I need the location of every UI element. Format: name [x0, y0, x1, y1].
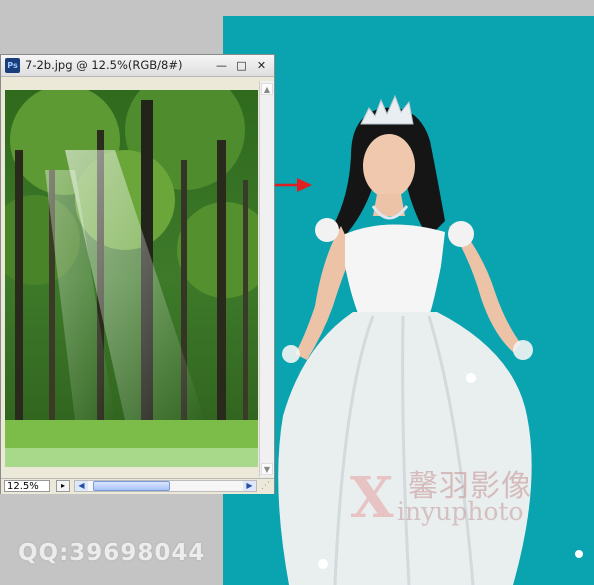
scroll-down-icon[interactable]: ▼ [261, 463, 273, 475]
photoshop-icon: Ps [5, 58, 20, 73]
scroll-thumb[interactable] [93, 481, 170, 491]
vertical-scrollbar[interactable]: ▲ ▼ [259, 81, 274, 477]
scroll-up-icon[interactable]: ▲ [261, 83, 273, 95]
watermark-logo-letter: X [350, 465, 394, 531]
zoom-field[interactable]: 12.5% [4, 480, 50, 492]
close-button[interactable]: ✕ [255, 59, 268, 72]
maximize-button[interactable]: □ [235, 59, 248, 72]
resize-grip-icon[interactable]: ⋰ [261, 481, 272, 492]
status-menu-icon[interactable]: ▸ [56, 480, 70, 492]
scroll-right-icon[interactable]: ▶ [243, 481, 256, 491]
watermark-qq: QQ:39698044 [18, 540, 206, 566]
window-title: 7-2b.jpg @ 12.5%(RGB/8#) [25, 58, 183, 72]
horizontal-scrollbar[interactable]: ◀ ▶ [74, 480, 257, 492]
watermark-english: inyuphoto [397, 497, 524, 526]
window-titlebar[interactable]: Ps 7-2b.jpg @ 12.5%(RGB/8#) — □ ✕ [1, 55, 274, 77]
forest-photo [5, 90, 258, 467]
scroll-left-icon[interactable]: ◀ [75, 481, 88, 491]
document-window[interactable]: Ps 7-2b.jpg @ 12.5%(RGB/8#) — □ ✕ ▲ ▼ 12… [0, 54, 275, 494]
status-bar: 12.5% ▸ ◀ ▶ ⋰ [1, 478, 274, 494]
forest-image[interactable] [5, 90, 258, 467]
minimize-button[interactable]: — [215, 59, 228, 72]
